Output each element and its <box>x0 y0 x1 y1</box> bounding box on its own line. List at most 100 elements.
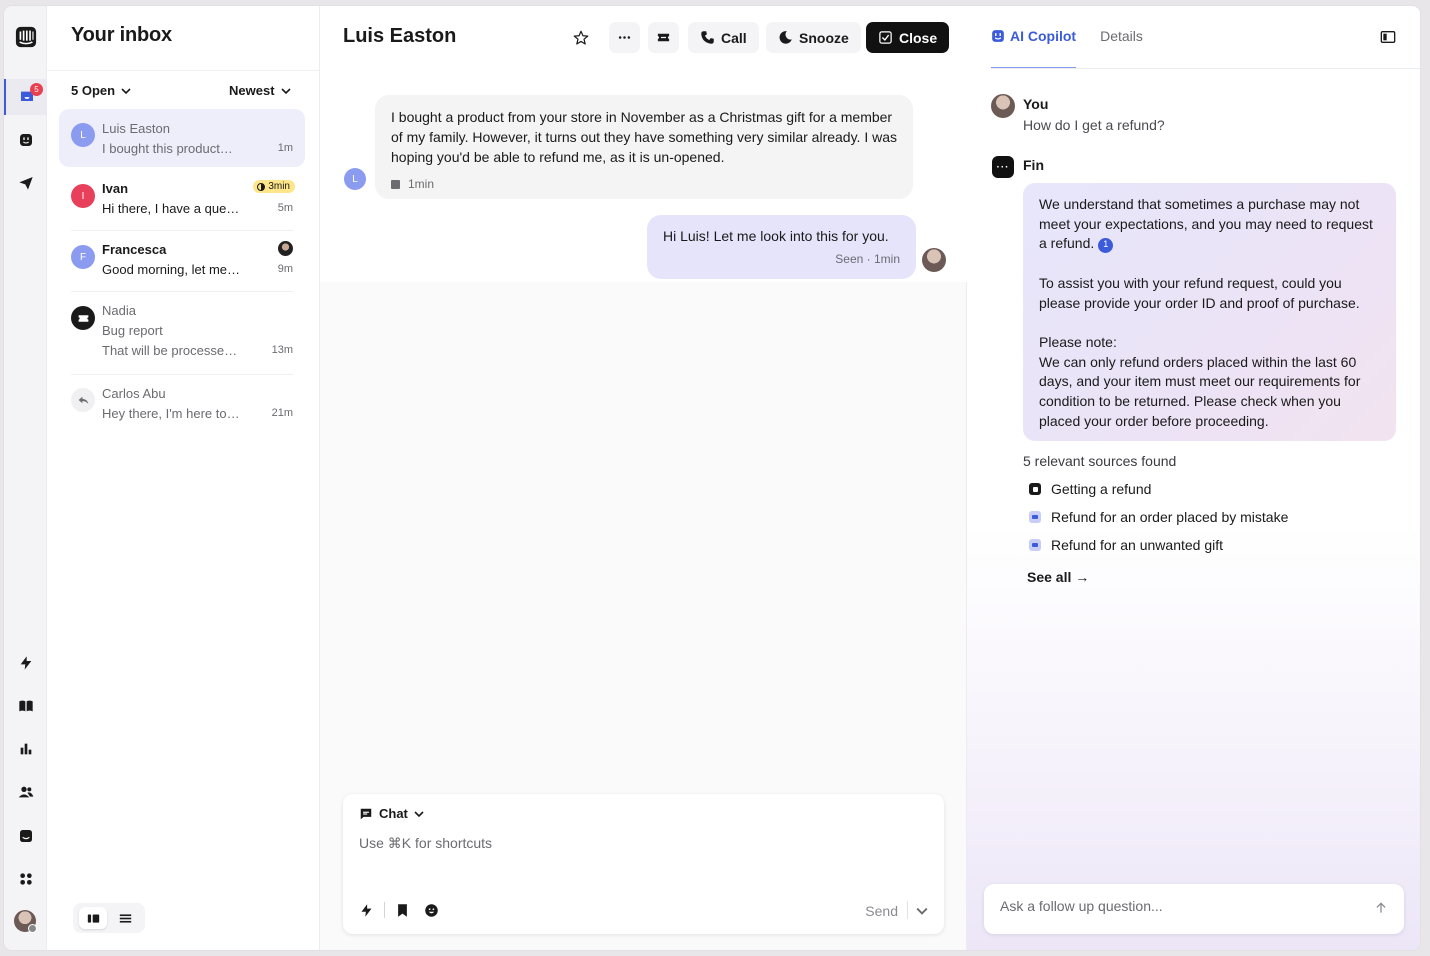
clock-icon <box>257 182 266 191</box>
split-view-button[interactable] <box>79 907 107 929</box>
send-options-chevron-icon[interactable] <box>916 905 928 917</box>
more-horizontal-icon <box>618 36 631 39</box>
source-label: Refund for an order placed by mistake <box>1051 509 1289 525</box>
contacts-icon[interactable] <box>15 781 37 803</box>
snooze-button[interactable]: Snooze <box>766 22 861 53</box>
answer-paragraph: Please note: We can only refund orders pl… <box>1039 333 1380 432</box>
conversation-item-ivan[interactable]: I Ivan 3min Hi there, I have a que… 5m <box>59 170 305 231</box>
logo-icon[interactable] <box>15 26 37 48</box>
inbox-list-panel: Your inbox 5 Open Newest L Luis Easton I… <box>47 6 320 950</box>
user-avatar <box>991 94 1015 118</box>
citation-badge[interactable]: 1 <box>1098 237 1114 253</box>
more-options-button[interactable] <box>609 22 640 53</box>
source-label: Getting a refund <box>1051 481 1152 497</box>
conversation-icon <box>1029 539 1041 551</box>
user-name: You <box>1023 96 1049 112</box>
outbound-icon[interactable] <box>15 172 37 194</box>
divider <box>907 901 908 919</box>
bookmark-icon[interactable] <box>395 903 410 918</box>
call-label: Call <box>721 29 747 46</box>
convert-ticket-button[interactable] <box>648 22 679 53</box>
check-square-icon <box>879 31 892 44</box>
source-item[interactable]: Refund for an order placed by mistake <box>1029 509 1288 525</box>
send-button[interactable]: Send <box>865 903 898 919</box>
contact-name: Francesca <box>102 242 167 257</box>
arrow-up-icon[interactable] <box>1374 901 1388 915</box>
followup-box <box>984 884 1404 934</box>
list-view-button[interactable] <box>111 907 139 929</box>
conversation-item-francesca[interactable]: F Francesca Good morning, let me… 9m <box>59 231 305 292</box>
star-icon[interactable] <box>572 29 590 47</box>
knowledge-book-icon[interactable] <box>15 695 37 717</box>
contact-name: Carlos Abu <box>102 386 166 401</box>
conversation-item-carlos[interactable]: Carlos Abu Hey there, I'm here to… 21m <box>59 374 305 432</box>
divider <box>384 902 385 918</box>
reply-composer[interactable]: Chat Use ⌘K for shortcuts Send <box>343 794 944 934</box>
divider <box>47 70 320 71</box>
message-thread: I bought a product from your store in No… <box>320 70 967 282</box>
inbox-title: Your inbox <box>71 24 172 46</box>
view-toggle <box>73 903 145 933</box>
conversation-header: Luis Easton Call Snooze Close <box>320 6 967 70</box>
conversation-item-luis[interactable]: L Luis Easton I bought this product… 1m <box>59 109 305 167</box>
message-snippet: That will be processe… <box>102 343 238 358</box>
contact-avatar: I <box>71 184 95 208</box>
composer-mode-dropdown[interactable]: Chat <box>359 806 424 821</box>
chat-bubble-icon <box>360 808 372 819</box>
inbox-nav-icon[interactable]: 5 <box>4 79 47 115</box>
message-text: Hi Luis! Let me look into this for you. <box>663 228 889 244</box>
conversation-item-nadia[interactable]: Nadia Bug report That will be processe… … <box>59 292 305 375</box>
message-time: 1min <box>408 177 435 191</box>
columns-icon <box>87 913 99 923</box>
list-icon <box>119 913 131 923</box>
message-text: I bought a product from your store in No… <box>391 109 898 165</box>
contact-name: Nadia <box>102 303 136 318</box>
composer-placeholder[interactable]: Use ⌘K for shortcuts <box>359 835 492 852</box>
answer-paragraph: To assist you with your refund request, … <box>1039 274 1360 311</box>
messenger-icon[interactable] <box>15 825 37 847</box>
contact-avatar: L <box>71 123 95 147</box>
lightning-icon[interactable] <box>359 903 374 918</box>
agent-message: Hi Luis! Let me look into this for you. … <box>647 215 916 279</box>
article-icon <box>1029 483 1041 495</box>
call-button[interactable]: Call <box>688 22 759 53</box>
reports-chart-icon[interactable] <box>15 738 37 760</box>
open-filter-dropdown[interactable]: 5 Open <box>71 83 131 98</box>
contact-name: Ivan <box>102 181 129 196</box>
see-all-link[interactable]: See all → <box>1027 569 1089 585</box>
answer-text: We understand that sometimes a purchase … <box>1039 196 1373 252</box>
sort-dropdown[interactable]: Newest <box>229 83 291 98</box>
composer-mode-label: Chat <box>379 806 408 821</box>
source-item[interactable]: Getting a refund <box>1029 481 1151 497</box>
tab-ai-copilot[interactable]: AI Copilot <box>991 6 1077 69</box>
ticket-icon <box>71 306 95 330</box>
tab-label: AI Copilot <box>1010 28 1077 44</box>
close-conversation-button[interactable]: Close <box>866 22 950 53</box>
sla-time: 3min <box>268 181 290 192</box>
message-snippet: Good morning, let me… <box>102 262 241 277</box>
user-question: How do I get a refund? <box>1023 117 1165 133</box>
phone-icon <box>701 31 714 44</box>
moon-icon <box>779 31 792 44</box>
message-snippet: Hey there, I'm here to… <box>102 406 240 421</box>
ticket-icon <box>657 33 670 42</box>
followup-input[interactable] <box>1000 898 1360 914</box>
sidebar-toggle-icon[interactable] <box>1380 29 1396 45</box>
tab-details[interactable]: Details <box>1100 6 1143 69</box>
lightning-icon[interactable] <box>15 652 37 674</box>
apps-grid-icon[interactable] <box>15 868 37 890</box>
sources-title: 5 relevant sources found <box>1023 453 1177 469</box>
user-avatar[interactable] <box>14 910 37 933</box>
message-snippet: I bought this product… <box>102 141 233 156</box>
emoji-icon[interactable] <box>424 903 439 918</box>
copilot-panel: AI Copilot Details You How do I get a re… <box>967 6 1420 950</box>
source-item[interactable]: Refund for an unwanted gift <box>1029 537 1223 553</box>
conversation-panel: Luis Easton Call Snooze Close I bought a… <box>320 6 967 950</box>
reply-icon <box>71 388 95 412</box>
fin-bot-icon[interactable] <box>15 129 37 151</box>
chat-channel-icon <box>391 179 400 189</box>
close-label: Close <box>899 29 938 46</box>
tab-label: Details <box>1100 28 1143 44</box>
message-snippet: Hi there, I have a que… <box>102 201 240 216</box>
open-filter-label: 5 Open <box>71 83 116 98</box>
